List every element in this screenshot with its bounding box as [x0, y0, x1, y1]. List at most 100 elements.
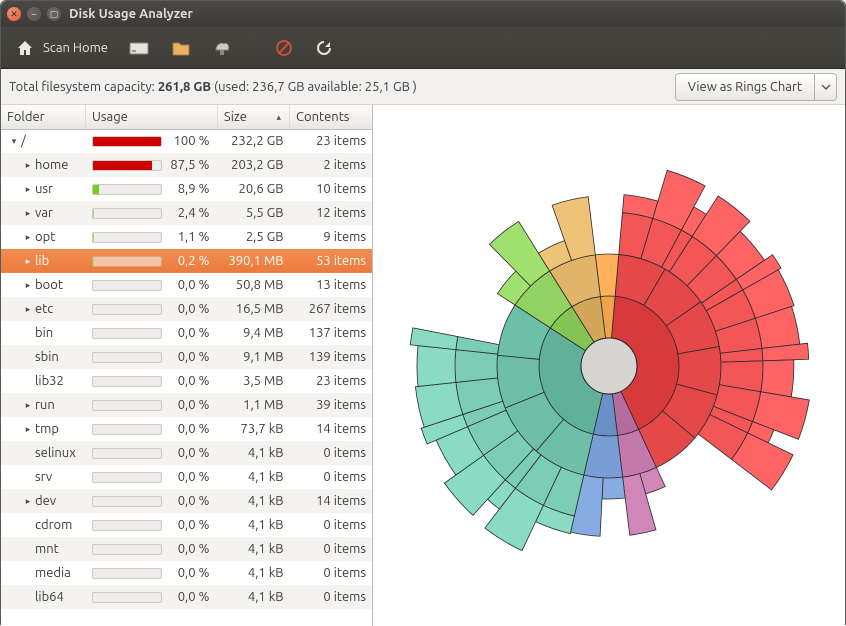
- size-cell: 16,5 MB: [217, 297, 289, 321]
- expander-icon[interactable]: ▸: [23, 232, 33, 243]
- scan-folder-button[interactable]: [164, 33, 198, 63]
- usage-bar: [92, 376, 162, 387]
- usage-bar: [92, 136, 162, 147]
- expander-icon[interactable]: ▸: [23, 160, 33, 171]
- window-maximize-button[interactable]: ▢: [47, 7, 61, 21]
- table-row[interactable]: ▸boot0,0 %50,8 MB13 items: [1, 273, 372, 297]
- size-cell: 5,5 GB: [217, 201, 289, 225]
- usage-percent: 0,0 %: [168, 518, 210, 532]
- contents-cell: 14 items: [290, 417, 372, 441]
- view-selector[interactable]: View as Rings Chart: [675, 73, 837, 101]
- folder-name: usr: [35, 182, 53, 196]
- table-row[interactable]: ▸var2,4 %5,5 GB12 items: [1, 201, 372, 225]
- size-cell: 4,1 kB: [217, 585, 289, 609]
- expander-icon[interactable]: ▸: [23, 496, 33, 507]
- drive-icon: [128, 38, 150, 58]
- size-cell: 3,5 MB: [217, 369, 289, 393]
- folder-name: run: [35, 398, 55, 412]
- folder-name: boot: [35, 278, 63, 292]
- folder-name: lib: [35, 254, 49, 268]
- expander-icon[interactable]: ▸: [23, 424, 33, 435]
- usage-bar: [92, 400, 162, 411]
- ring-segment[interactable]: [417, 345, 456, 386]
- ring-segment[interactable]: [410, 327, 458, 349]
- table-row[interactable]: srv0,0 %4,1 kB0 items: [1, 465, 372, 489]
- usage-bar: [92, 256, 162, 267]
- usage-percent: 1,1 %: [168, 230, 210, 244]
- rings-chart[interactable]: [394, 151, 824, 581]
- window-close-button[interactable]: ✕: [7, 7, 21, 21]
- table-row[interactable]: selinux0,0 %4,1 kB0 items: [1, 441, 372, 465]
- scan-remote-button[interactable]: [206, 33, 238, 63]
- usage-percent: 0,0 %: [168, 446, 210, 460]
- usage-percent: 0,0 %: [168, 278, 210, 292]
- table-row[interactable]: ▸etc0,0 %16,5 MB267 items: [1, 297, 372, 321]
- usage-bar: [92, 160, 162, 171]
- column-header-folder[interactable]: Folder: [1, 105, 86, 129]
- table-row[interactable]: ▸opt1,1 %2,5 GB9 items: [1, 225, 372, 249]
- expander-icon[interactable]: ▸: [23, 280, 33, 291]
- size-cell: 4,1 kB: [217, 489, 289, 513]
- contents-cell: 14 items: [290, 489, 372, 513]
- usage-percent: 0,0 %: [168, 302, 210, 316]
- contents-cell: 139 items: [290, 345, 372, 369]
- size-cell: 4,1 kB: [217, 561, 289, 585]
- capacity-prefix: Total filesystem capacity:: [9, 80, 158, 94]
- capacity-total: 261,8 GB: [158, 80, 211, 94]
- expander-icon[interactable]: ▸: [23, 208, 33, 219]
- usage-bar: [92, 520, 162, 531]
- column-header-contents[interactable]: Contents: [290, 105, 372, 129]
- expander-icon[interactable]: ▸: [23, 304, 33, 315]
- contents-cell: 23 items: [290, 369, 372, 393]
- column-header-usage[interactable]: Usage: [86, 105, 218, 129]
- ring-segment[interactable]: [455, 349, 498, 382]
- size-cell: 4,1 kB: [217, 465, 289, 489]
- table-row[interactable]: sbin0,0 %9,1 MB139 items: [1, 345, 372, 369]
- usage-percent: 0,0 %: [168, 590, 210, 604]
- expander-icon[interactable]: ▾: [9, 136, 19, 147]
- table-row[interactable]: bin0,0 %9,4 MB137 items: [1, 321, 372, 345]
- table-row[interactable]: ▸lib0,2 %390,1 MB53 items: [1, 249, 372, 273]
- contents-cell: 137 items: [290, 321, 372, 345]
- table-row[interactable]: cdrom0,0 %4,1 kB0 items: [1, 513, 372, 537]
- stop-button[interactable]: [268, 33, 300, 63]
- ring-segment[interactable]: [761, 359, 794, 396]
- size-cell: 2,5 GB: [217, 225, 289, 249]
- contents-cell: 0 items: [290, 537, 372, 561]
- expander-icon[interactable]: ▸: [23, 400, 33, 411]
- table-row[interactable]: ▾/100 %232,2 GB23 items: [1, 129, 372, 153]
- scan-home-button[interactable]: Scan Home: [9, 33, 114, 63]
- table-row[interactable]: ▸run0,0 %1,1 MB39 items: [1, 393, 372, 417]
- stop-icon: [274, 38, 294, 58]
- table-row[interactable]: lib640,0 %4,1 kB0 items: [1, 585, 372, 609]
- table-row[interactable]: ▸usr8,9 %20,6 GB10 items: [1, 177, 372, 201]
- folder-name: cdrom: [35, 518, 72, 532]
- contents-cell: 0 items: [290, 561, 372, 585]
- table-row[interactable]: mnt0,0 %4,1 kB0 items: [1, 537, 372, 561]
- usage-percent: 0,0 %: [168, 566, 210, 580]
- usage-percent: 0,0 %: [168, 494, 210, 508]
- scan-filesystem-button[interactable]: [122, 33, 156, 63]
- chevron-down-icon: [814, 74, 836, 100]
- expander-icon[interactable]: ▸: [23, 184, 33, 195]
- table-row[interactable]: ▸home87,5 %203,2 GB2 items: [1, 153, 372, 177]
- ring-segment[interactable]: [602, 477, 625, 499]
- chart-center: [581, 338, 637, 394]
- contents-cell: 0 items: [290, 585, 372, 609]
- table-row[interactable]: ▸tmp0,0 %73,7 kB14 items: [1, 417, 372, 441]
- info-bar: Total filesystem capacity: 261,8 GB (use…: [1, 69, 845, 105]
- column-header-size[interactable]: Size▴: [217, 105, 289, 129]
- usage-bar: [92, 448, 162, 459]
- refresh-button[interactable]: [308, 33, 340, 63]
- contents-cell: 267 items: [290, 297, 372, 321]
- titlebar: ✕ – ▢ Disk Usage Analyzer: [1, 1, 845, 27]
- table-row[interactable]: lib320,0 %3,5 MB23 items: [1, 369, 372, 393]
- folder-name: lib32: [35, 374, 64, 388]
- expander-icon[interactable]: ▸: [23, 256, 33, 267]
- size-cell: 4,1 kB: [217, 537, 289, 561]
- table-row[interactable]: media0,0 %4,1 kB0 items: [1, 561, 372, 585]
- window-minimize-button[interactable]: –: [27, 7, 41, 21]
- sort-indicator-icon: ▴: [277, 112, 282, 123]
- table-row[interactable]: ▸dev0,0 %4,1 kB14 items: [1, 489, 372, 513]
- contents-cell: 0 items: [290, 441, 372, 465]
